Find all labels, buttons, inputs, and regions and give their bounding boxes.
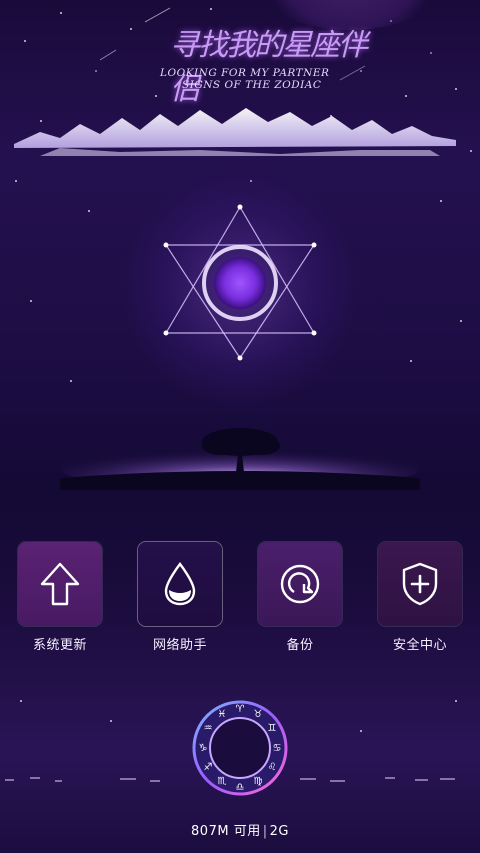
- system-update-tile[interactable]: [18, 542, 102, 626]
- zodiac-wheel-button[interactable]: ♈ ♉ ♊ ♋ ♌ ♍ ♎ ♏ ♐ ♑ ♒ ♓: [190, 698, 290, 798]
- title-english-line1: LOOKING FOR MY PARTNER: [160, 67, 330, 79]
- available-memory: 807M 可用: [191, 824, 261, 839]
- shield-plus-icon: [402, 562, 438, 606]
- cloud-mountain-band: [14, 108, 456, 156]
- svg-text:♉: ♉: [254, 709, 263, 720]
- status-separator: |: [262, 824, 268, 839]
- svg-text:♐: ♐: [204, 762, 213, 773]
- backup-label: 备份: [286, 638, 314, 653]
- svg-text:♋: ♋: [273, 743, 282, 754]
- network-type: 2G: [269, 824, 289, 839]
- security-center-label: 安全中心: [392, 638, 447, 653]
- title-chinese: 寻找我的星座伴侣: [170, 28, 368, 107]
- svg-text:♈: ♈: [236, 704, 245, 715]
- title-english-line2: SIGNS OF THE ZODIAC: [182, 79, 322, 91]
- backup-tile[interactable]: [258, 542, 342, 626]
- system-update-label: 系统更新: [32, 638, 87, 653]
- zodiac-title: 寻找我的星座伴侣 LOOKING FOR MY PARTNER SIGNS OF…: [160, 20, 370, 107]
- svg-text:♌: ♌: [268, 762, 277, 773]
- backup-icon: [280, 564, 320, 604]
- app-security-center[interactable]: 安全中心: [377, 542, 463, 653]
- app-backup[interactable]: 备份: [257, 542, 343, 653]
- network-assistant-label: 网络助手: [152, 638, 207, 653]
- svg-text:♎: ♎: [236, 782, 245, 793]
- arrow-up-icon: [40, 562, 80, 606]
- app-shortcut-row: 系统更新 网络助手 备份 安全中心: [0, 542, 480, 653]
- svg-text:♊: ♊: [268, 723, 277, 734]
- svg-text:♍: ♍: [254, 776, 263, 787]
- app-network-assistant[interactable]: 网络助手: [137, 542, 223, 653]
- svg-text:♏: ♏: [218, 776, 227, 787]
- svg-text:♒: ♒: [204, 723, 213, 734]
- svg-text:♓: ♓: [218, 709, 227, 720]
- water-drop-icon: [164, 562, 196, 606]
- app-system-update[interactable]: 系统更新: [17, 542, 103, 653]
- hexagram-emblem: [163, 204, 317, 361]
- network-assistant-tile[interactable]: [138, 542, 222, 626]
- horizon-tree-scene: [60, 428, 420, 490]
- memory-status: 807M 可用 | 2G: [0, 820, 480, 839]
- security-center-tile[interactable]: [378, 542, 462, 626]
- svg-text:♑: ♑: [199, 743, 208, 754]
